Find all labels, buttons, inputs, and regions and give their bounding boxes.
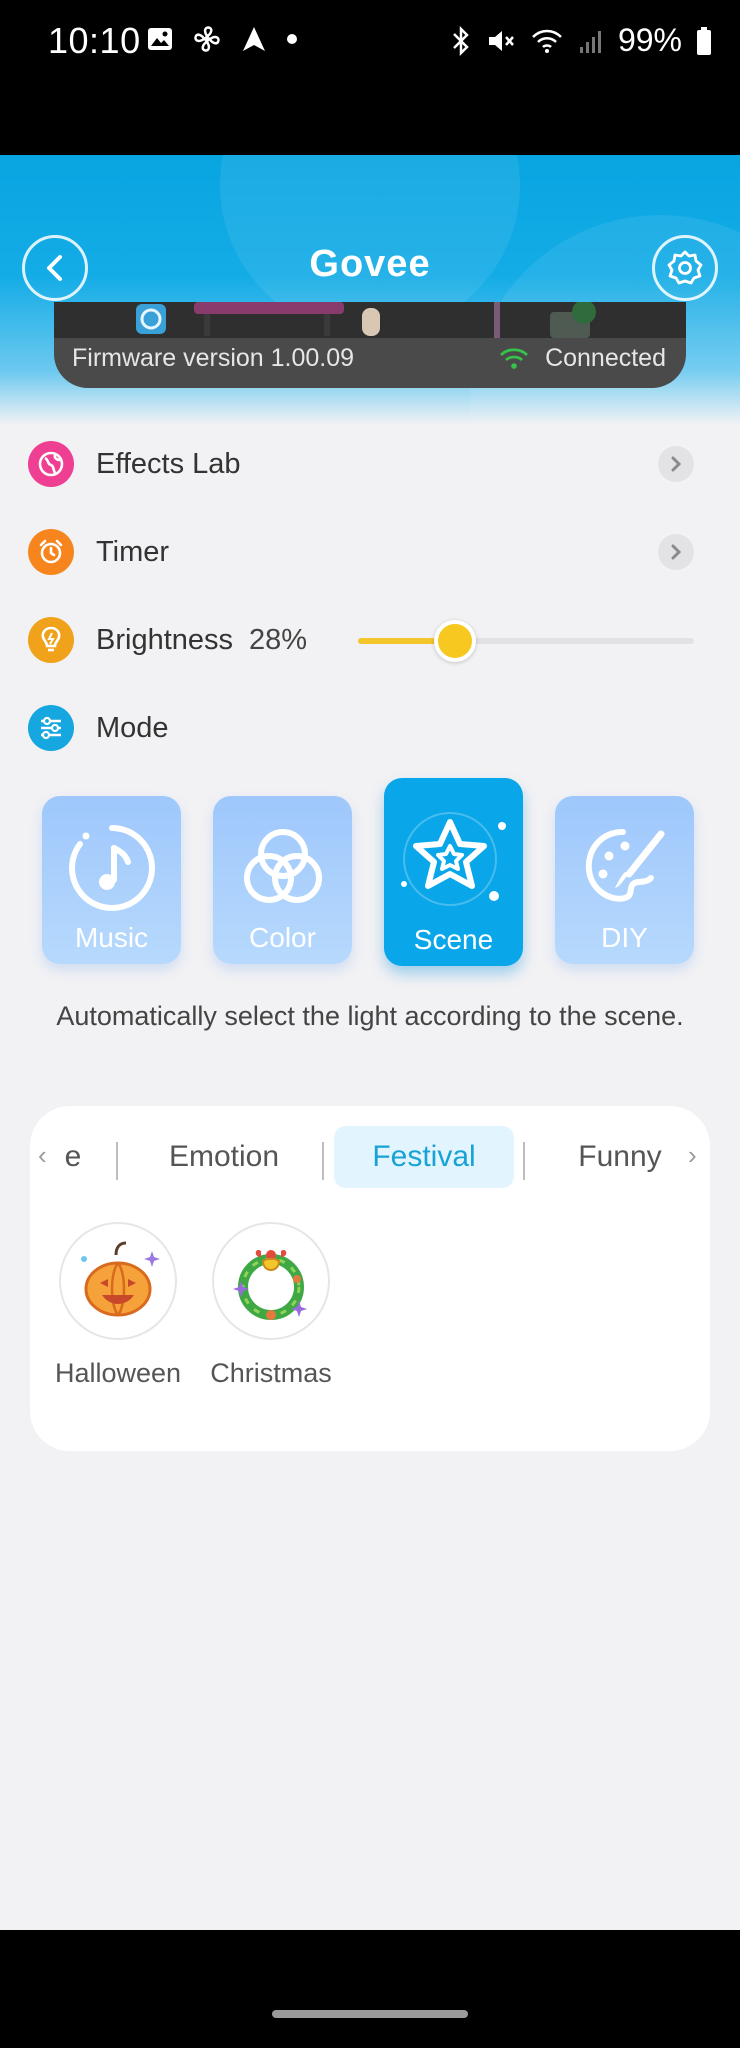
tab-festival[interactable]: Festival	[334, 1126, 514, 1188]
mode-diy-button[interactable]: DIY	[555, 796, 694, 964]
effects-lab-label: Effects Lab	[96, 447, 241, 480]
status-time: 10:10	[48, 20, 141, 61]
mode-description: Automatically select the light according…	[56, 1001, 684, 1031]
chevron-right-icon	[658, 534, 694, 570]
bluetooth-icon	[453, 25, 469, 56]
mode-color-label: Color	[249, 922, 316, 953]
scene-panel: ‹ e Emotion Festival Funny › Halloween C…	[30, 1106, 710, 1451]
device-preview-graphic	[136, 302, 596, 338]
color-circles-icon	[213, 822, 352, 914]
firmware-version: Firmware version 1.00.09	[72, 344, 355, 372]
scene-christmas[interactable]: Christmas	[201, 1222, 341, 1389]
settings-button[interactable]	[652, 235, 718, 301]
mode-scene-label: Scene	[413, 924, 494, 955]
palette-brush-icon	[555, 822, 694, 914]
timer-row[interactable]: Timer	[28, 522, 712, 582]
music-note-icon	[42, 822, 181, 914]
wreath-icon	[212, 1222, 330, 1340]
fan-icon	[194, 26, 220, 52]
mode-music-label: Music	[74, 922, 149, 953]
mode-scene-button[interactable]: Scene	[384, 778, 523, 966]
gear-icon	[667, 250, 703, 285]
star-icon	[384, 804, 523, 914]
alarm-clock-icon	[28, 529, 74, 575]
status-system-icons: 99%	[450, 22, 712, 59]
brightness-slider[interactable]	[358, 620, 694, 662]
scene-category-tabs: ‹ e Emotion Festival Funny ›	[30, 1126, 710, 1188]
tab-divider	[523, 1142, 525, 1180]
chevron-right-icon[interactable]: ›	[688, 1140, 697, 1171]
battery-icon	[697, 26, 711, 55]
tab-previous-partial[interactable]: e	[48, 1126, 98, 1188]
tab-divider	[116, 1142, 118, 1180]
lightbulb-icon	[28, 617, 74, 663]
tab-funny[interactable]: Funny	[550, 1126, 690, 1188]
status-bar: 10:10 99%	[0, 0, 740, 155]
connection-label: Connected	[545, 344, 666, 372]
chevron-right-icon	[658, 446, 694, 482]
globe-icon	[28, 441, 74, 487]
govee-logo: Govee	[309, 243, 431, 285]
system-navigation-bar	[0, 1930, 740, 2048]
tab-divider	[322, 1142, 324, 1180]
mode-music-button[interactable]: Music	[42, 796, 181, 964]
mode-diy-label: DIY	[601, 922, 648, 953]
effects-lab-row[interactable]: Effects Lab	[28, 434, 712, 494]
timer-label: Timer	[96, 535, 170, 568]
status-notification-icons	[146, 24, 298, 54]
pumpkin-icon	[59, 1222, 177, 1340]
brightness-value: 28%	[249, 623, 308, 656]
mode-color-button[interactable]: Color	[213, 796, 352, 964]
wifi-icon	[532, 29, 562, 53]
brightness-slider-thumb[interactable]	[434, 620, 477, 662]
battery-percent: 99%	[617, 22, 682, 58]
brightness-label: Brightness	[96, 623, 234, 656]
scene-halloween-label: Halloween	[54, 1358, 182, 1388]
device-preview-image	[54, 302, 686, 338]
tab-emotion[interactable]: Emotion	[142, 1126, 306, 1188]
scene-halloween[interactable]: Halloween	[48, 1222, 188, 1389]
sliders-icon	[28, 705, 74, 751]
navigation-arrow-icon	[243, 27, 265, 51]
gallery-icon	[148, 28, 172, 50]
brightness-row: Brightness 28%	[28, 610, 712, 670]
dot-icon	[287, 34, 297, 44]
device-status-card: Firmware version 1.00.09 Connected	[54, 302, 686, 388]
connection-status: Connected	[499, 344, 666, 373]
wifi-connected-icon	[500, 347, 529, 369]
mode-selector: Music Color Scene DIY	[42, 778, 694, 968]
signal-icon	[579, 30, 601, 53]
chevron-left-icon[interactable]: ‹	[38, 1140, 47, 1171]
scene-christmas-label: Christmas	[210, 1358, 332, 1388]
mode-label: Mode	[96, 711, 169, 744]
home-gesture-handle[interactable]	[272, 2010, 468, 2018]
mute-icon	[488, 30, 514, 51]
mode-row: Mode	[28, 698, 712, 758]
